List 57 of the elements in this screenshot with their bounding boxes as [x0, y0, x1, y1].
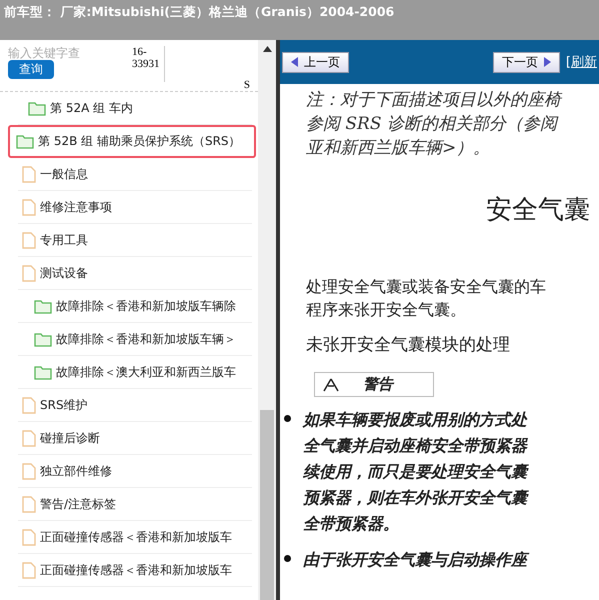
tree-item[interactable]: 专用工具 — [18, 224, 252, 257]
document-icon — [22, 396, 36, 414]
note-line: 参阅 SRS 诊断的相关部分（参阅 — [306, 113, 560, 136]
document-icon — [22, 528, 36, 546]
tree-item[interactable]: 第 52B 组 辅助乘员保护系统（SRS） — [8, 125, 256, 158]
note-line: 亚和新西兰版车辆>）。 — [306, 137, 492, 160]
folder-icon — [34, 298, 52, 314]
warning-icon — [323, 378, 339, 392]
section-title: 安全气囊 — [486, 194, 591, 227]
bullet-line: 由于张开安全气囊与启动操作座 — [303, 547, 527, 573]
tree-item[interactable]: SRS维护 — [18, 389, 252, 422]
bullet-icon — [284, 555, 291, 562]
document-icon — [22, 232, 36, 248]
document-icon — [22, 198, 36, 216]
bullet-line: 如果车辆要报废或用别的方式处 — [303, 409, 527, 431]
previous-page-button[interactable]: 上一页 — [282, 52, 349, 72]
bullet-line: 续使用，而只是要处理安全气囊 — [303, 461, 527, 483]
bullet-line: 预紧器，则在车外张开安全气囊 — [303, 487, 527, 509]
code-text: 16- 33931 — [132, 46, 164, 82]
tree-item[interactable]: 一般信息 — [18, 158, 252, 191]
search-field[interactable]: 输入关键字查 — [8, 46, 126, 60]
scroll-up-icon[interactable] — [262, 46, 272, 52]
paragraph-line: 程序来张开安全气囊。 — [306, 299, 467, 321]
tree-item[interactable]: 故障排除＜香港和新加坡版车辆除 — [18, 290, 252, 323]
document-icon — [22, 166, 36, 182]
document-icon — [22, 562, 36, 578]
tree-item[interactable]: 碰撞后诊断 — [18, 422, 252, 455]
column-text: S — [244, 79, 250, 91]
subsection-title: 未张开安全气囊模块的处理 — [306, 334, 511, 356]
tree-item[interactable]: 维修注意事项 — [18, 191, 252, 224]
document-icon — [22, 496, 36, 512]
document-icon — [22, 430, 36, 446]
next-page-button[interactable]: 下一页 — [492, 52, 560, 72]
tree-item[interactable]: 故障排除＜澳大利亚和新西兰版车 — [18, 356, 252, 389]
warning-label: 警告 — [314, 372, 434, 397]
bullet-line: 全带预紧器。 — [303, 513, 400, 535]
tree-item[interactable]: 独立部件维修 — [18, 455, 252, 488]
folder-icon — [34, 364, 52, 380]
folder-icon — [16, 134, 34, 149]
tree-item[interactable]: 正面碰撞传感器＜香港和新加坡版车 — [18, 521, 252, 554]
tree-item[interactable]: 警告/注意标签 — [18, 488, 252, 521]
document-icon — [22, 462, 36, 480]
search-button[interactable]: 查询 — [8, 60, 54, 79]
refresh-link[interactable]: [刷新 — [566, 53, 597, 71]
paragraph-line: 处理安全气囊或装备安全气囊的车 — [306, 276, 547, 298]
document-icon — [22, 264, 36, 282]
tree-item[interactable]: 第 52A 组 车内 — [18, 92, 252, 125]
bullet-line: 全气囊并启动座椅安全带预紧器 — [303, 435, 527, 457]
folder-icon — [28, 100, 46, 116]
bullet-icon — [284, 415, 291, 422]
tree-item[interactable]: 正面碰撞传感器＜香港和新加坡版车 — [18, 554, 252, 587]
note-line: 注：对于下面描述项目以外的座椅 — [306, 89, 564, 112]
tree-item[interactable]: 故障排除＜香港和新加坡版车辆＞ — [18, 323, 252, 356]
folder-icon — [34, 332, 52, 346]
window-title: 前车型： 厂家:Mitsubishi(三菱）格兰迪（Granis）2004-2006 — [0, 0, 599, 40]
scrollbar[interactable] — [258, 40, 276, 600]
tree-item[interactable]: 测试设备 — [18, 257, 252, 290]
